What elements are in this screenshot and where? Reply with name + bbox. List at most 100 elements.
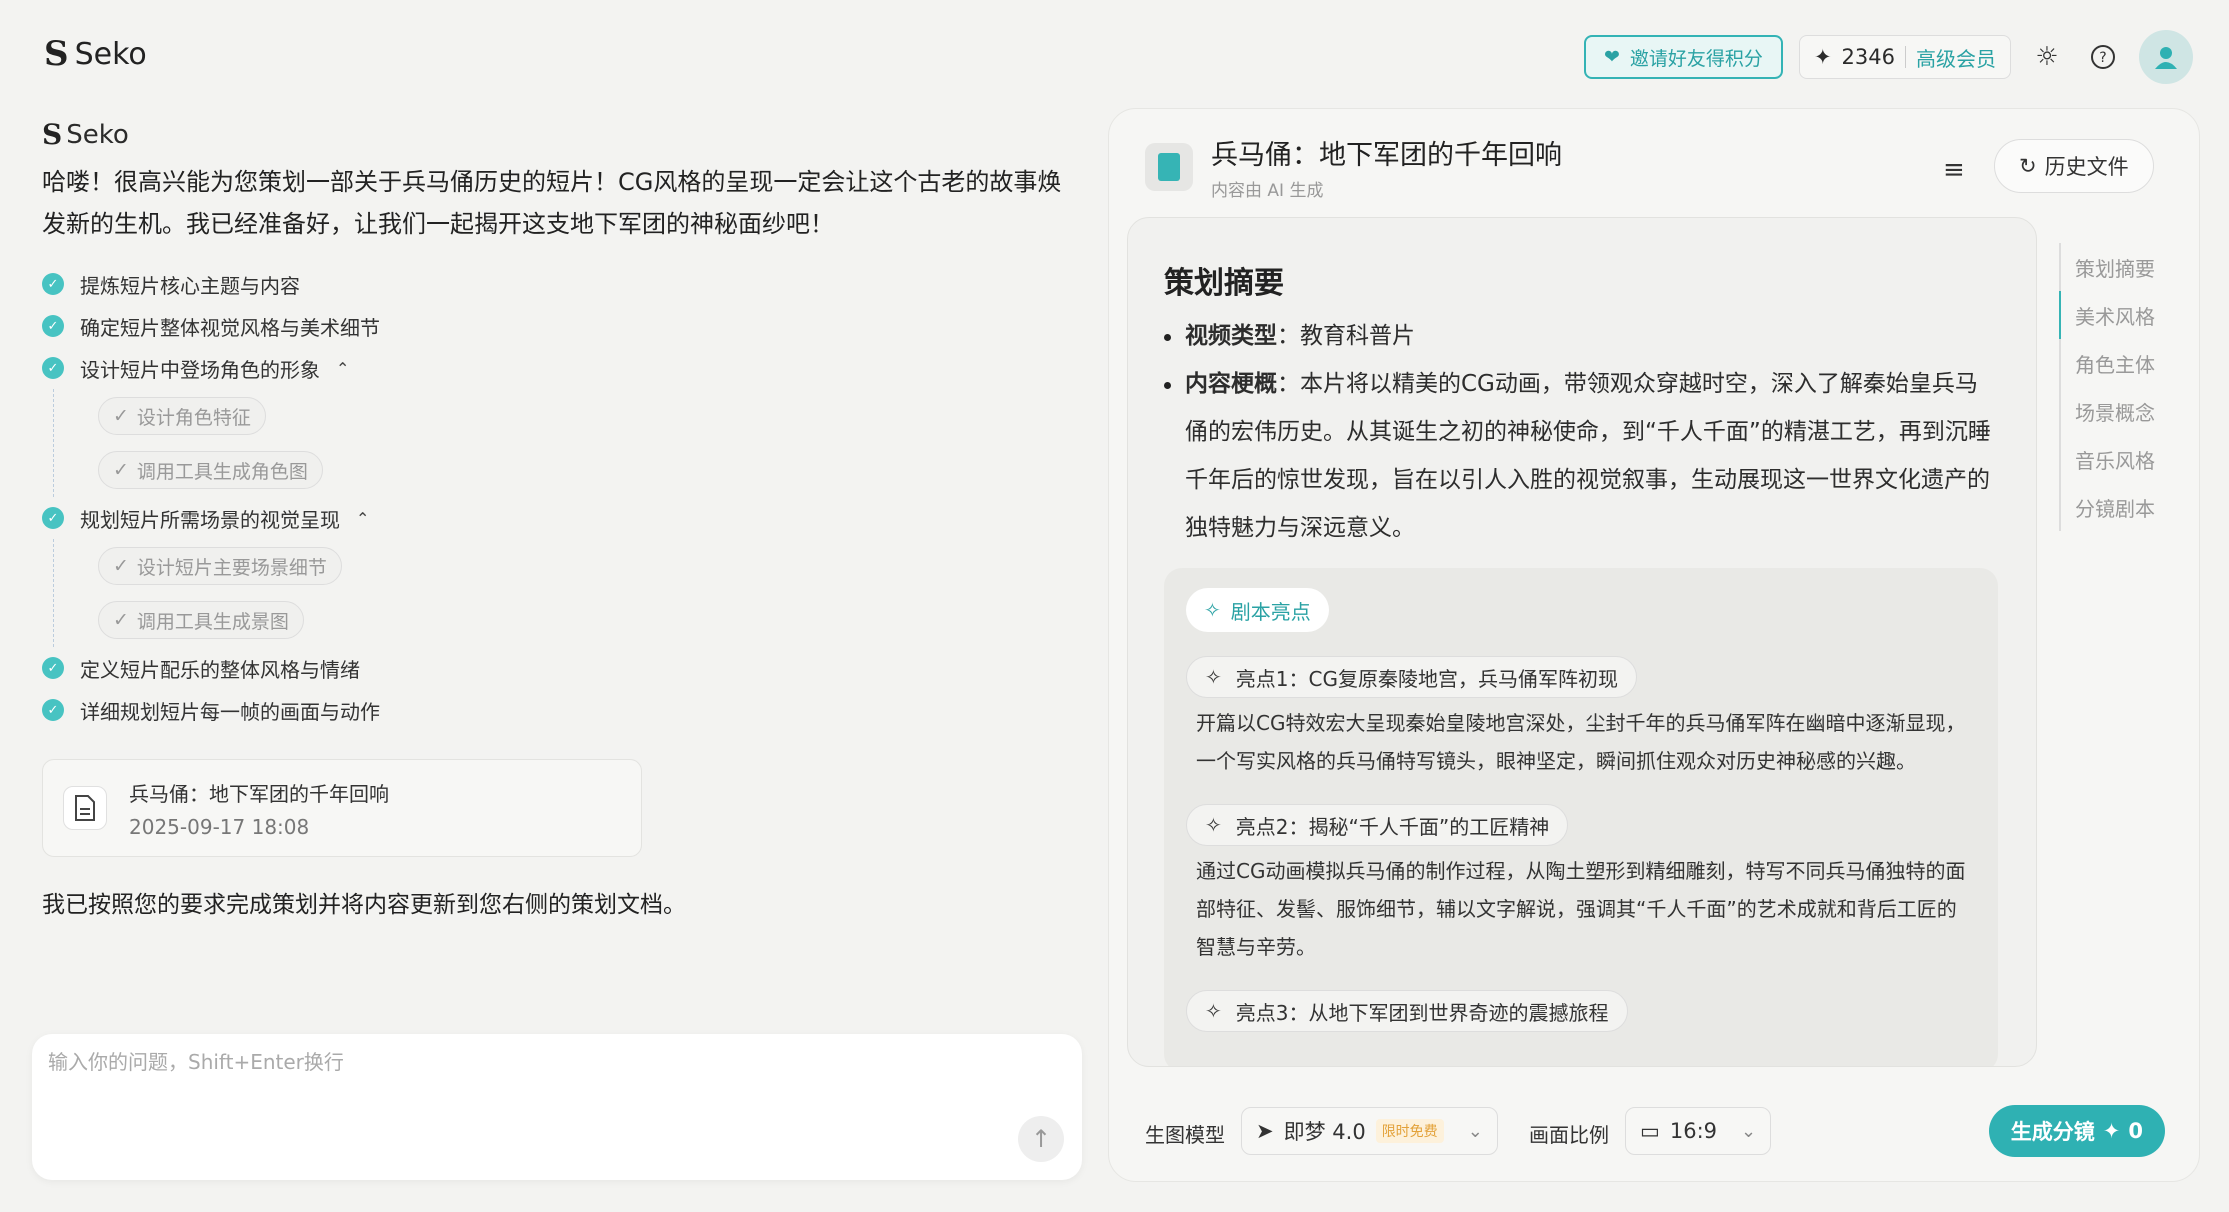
brand-name: Seko [74, 36, 147, 72]
highlight-title-text: 亮点3：从地下军团到世界奇迹的震撼旅程 [1235, 1000, 1609, 1025]
substeps: ✓ 设计短片主要场景细节 ✓ 调用工具生成景图 [53, 539, 1072, 647]
bot-completion-message: 我已按照您的要求完成策划并将内容更新到您右侧的策划文档。 [42, 892, 686, 918]
highlight-title-text: 亮点2：揭秘“千人千面”的工匠精神 [1235, 814, 1550, 839]
toc-item-art-style[interactable]: 美术风格 [2059, 291, 2155, 339]
highlight-title: ✧ 亮点3：从地下军团到世界奇迹的震撼旅程 [1186, 990, 1628, 1032]
chevron-down-icon: ⌄ [1467, 1120, 1483, 1142]
step-label: 规划短片所需场景的视觉呈现 [80, 507, 340, 532]
aspect-ratio-icon: ▭ [1640, 1119, 1660, 1143]
substep-label: 调用工具生成景图 [136, 610, 289, 633]
help-icon[interactable]: ? [2083, 37, 2123, 77]
check-icon: ✓ [113, 405, 129, 427]
generate-label: 生成分镜 [2010, 1120, 2095, 1144]
section-heading: 策划摘要 [1164, 266, 1284, 301]
script-highlights: ✧ 剧本亮点 ✧ 亮点1：CG复原秦陵地宫，兵马俑军阵初现 开篇以CG特效宏大呈… [1164, 568, 1998, 1066]
step-item: ✓ 详细规划短片每一帧的画面与动作 [42, 689, 1072, 731]
check-icon: ✓ [42, 657, 64, 679]
highlight-body: 通过CG动画模拟兵马俑的制作过程，从陶土塑形到精细雕刻，特写不同兵马俑独特的面部… [1196, 859, 1966, 959]
document-content[interactable]: 策划摘要 视频类型：教育科普片 内容梗概：本片将以精美的CG动画，带领观众穿越时… [1127, 217, 2037, 1067]
document-card[interactable]: 兵马俑：地下军团的千年回响 2025-09-17 18:08 [42, 759, 642, 857]
highlights-tag: ✧ 剧本亮点 [1186, 588, 1329, 632]
free-badge: 限时免费 [1375, 1119, 1444, 1143]
toc-item-scenes[interactable]: 场景概念 [2059, 387, 2155, 435]
bullet-dot [1164, 334, 1171, 341]
substep-label: 调用工具生成角色图 [136, 460, 308, 483]
substep-label: 设计角色特征 [136, 406, 251, 429]
check-icon: ✓ [113, 459, 129, 481]
send-button[interactable]: ↑ [1018, 1116, 1064, 1162]
step-item: ✓ 提炼短片核心主题与内容 [42, 263, 1072, 305]
document-icon [63, 786, 107, 830]
bullet-item: 内容梗概：本片将以精美的CG动画，带领观众穿越时空，深入了解秦始皇兵马俑的宏伟历… [1164, 360, 2000, 552]
bullet-value: ：本片将以精美的CG动画，带领观众穿越时空，深入了解秦始皇兵马俑的宏伟历史。从其… [1185, 371, 1991, 541]
ratio-select[interactable]: ▭ 16:9 ⌄ [1625, 1107, 1772, 1155]
handshake-icon: ❤ [1604, 46, 1620, 68]
chevron-up-icon[interactable]: ⌃ [336, 359, 349, 378]
cursor-icon: ➤ [1256, 1119, 1274, 1143]
chat-input[interactable] [48, 1050, 948, 1074]
plan-steps: ✓ 提炼短片核心主题与内容 ✓ 确定短片整体视觉风格与美术细节 ✓ 设计短片中登… [42, 263, 1072, 731]
document-title: 兵马俑：地下军团的千年回响 [129, 781, 389, 806]
step-label: 确定短片整体视觉风格与美术细节 [80, 315, 380, 340]
check-icon: ✓ [42, 273, 64, 295]
bullet-label: 内容梗概 [1185, 371, 1277, 397]
model-label: 生图模型 [1145, 1123, 1225, 1147]
theme-toggle-sun-icon[interactable]: ☼ [2027, 37, 2067, 77]
toc-item-storyboard[interactable]: 分镜剧本 [2059, 483, 2155, 531]
chevron-up-icon[interactable]: ⌃ [356, 509, 369, 528]
generate-cost: 0 [2128, 1119, 2143, 1143]
substep-label: 设计短片主要场景细节 [136, 556, 327, 579]
substep-chip: ✓ 设计短片主要场景细节 [98, 547, 342, 585]
check-icon: ✓ [113, 555, 129, 577]
brand-logo[interactable]: S Seko [44, 34, 147, 74]
chat-thread: S Seko 哈喽！很高兴能为您策划一部关于兵马俑历史的短片！CG风格的呈现一定… [42, 118, 1072, 919]
substep-chip: ✓ 调用工具生成景图 [98, 601, 304, 639]
avatar[interactable] [2139, 30, 2193, 84]
ai-generated-note: 内容由 AI 生成 [1211, 181, 1324, 201]
file-icon [1145, 143, 1193, 191]
step-item-expandable[interactable]: ✓ 设计短片中登场角色的形象 ⌃ [42, 347, 1072, 389]
points-box[interactable]: ✦ 2346 高级会员 [1798, 35, 2011, 79]
step-item-expandable[interactable]: ✓ 规划短片所需场景的视觉呈现 ⌃ [42, 497, 1072, 539]
star-outline-icon: ✧ [1205, 999, 1222, 1023]
generate-storyboard-button[interactable]: 生成分镜 ✦ 0 [1988, 1105, 2165, 1157]
panel-header: 兵马俑：地下军团的千年回响 内容由 AI 生成 [1145, 133, 1562, 201]
highlight-title: ✧ 亮点1：CG复原秦陵地宫，兵马俑军阵初现 [1186, 656, 1637, 698]
ratio-label: 画面比例 [1529, 1123, 1609, 1147]
model-select[interactable]: ➤ 即梦 4.0 限时免费 ⌄ [1241, 1107, 1498, 1155]
toc-item-summary[interactable]: 策划摘要 [2059, 243, 2155, 291]
panel-title: 兵马俑：地下军团的千年回响 [1211, 140, 1562, 171]
sparkle-icon: ✦ [1813, 45, 1832, 69]
outline-list-icon[interactable]: ≡ [1943, 155, 1965, 185]
step-label: 详细规划短片每一帧的画面与动作 [80, 699, 380, 724]
history-label: 历史文件 [2044, 155, 2129, 179]
toc-item-characters[interactable]: 角色主体 [2059, 339, 2155, 387]
step-item: ✓ 确定短片整体视觉风格与美术细节 [42, 305, 1072, 347]
substeps: ✓ 设计角色特征 ✓ 调用工具生成角色图 [53, 389, 1072, 497]
bullet-item: 视频类型：教育科普片 [1164, 312, 2000, 360]
highlight-title: ✧ 亮点2：揭秘“千人千面”的工匠精神 [1186, 804, 1569, 846]
toc-item-music[interactable]: 音乐风格 [2059, 435, 2155, 483]
check-icon: ✓ [113, 609, 129, 631]
bullet-value: ：教育科普片 [1277, 323, 1415, 349]
svg-text:?: ? [2099, 50, 2106, 66]
highlights-tag-label: 剧本亮点 [1230, 599, 1311, 624]
check-icon: ✓ [42, 699, 64, 721]
bullet-label: 视频类型 [1185, 323, 1277, 349]
highlight-body: 开篇以CG特效宏大呈现秦始皇陵地宫深处，尘封千年的兵马俑军阵在幽暗中逐渐显现，一… [1196, 711, 1966, 773]
model-value: 即梦 4.0 [1283, 1120, 1366, 1144]
history-files-button[interactable]: ↻ 历史文件 [1994, 139, 2154, 193]
member-link[interactable]: 高级会员 [1916, 43, 1996, 72]
star-outline-icon: ✧ [1205, 665, 1222, 689]
arrow-up-icon: ↑ [1030, 1125, 1052, 1153]
table-of-contents: 策划摘要 美术风格 角色主体 场景概念 音乐风格 分镜剧本 [2059, 243, 2155, 531]
substep-chip: ✓ 调用工具生成角色图 [98, 451, 323, 489]
bullet-dot [1164, 382, 1171, 389]
invite-friends-button[interactable]: ❤ 邀请好友得积分 [1584, 35, 1783, 79]
document-timestamp: 2025-09-17 18:08 [129, 814, 310, 839]
check-icon: ✓ [42, 357, 64, 379]
star-outline-icon: ✧ [1205, 813, 1222, 837]
bot-name: Seko [66, 119, 129, 150]
check-icon: ✓ [42, 315, 64, 337]
divider [1905, 46, 1906, 68]
